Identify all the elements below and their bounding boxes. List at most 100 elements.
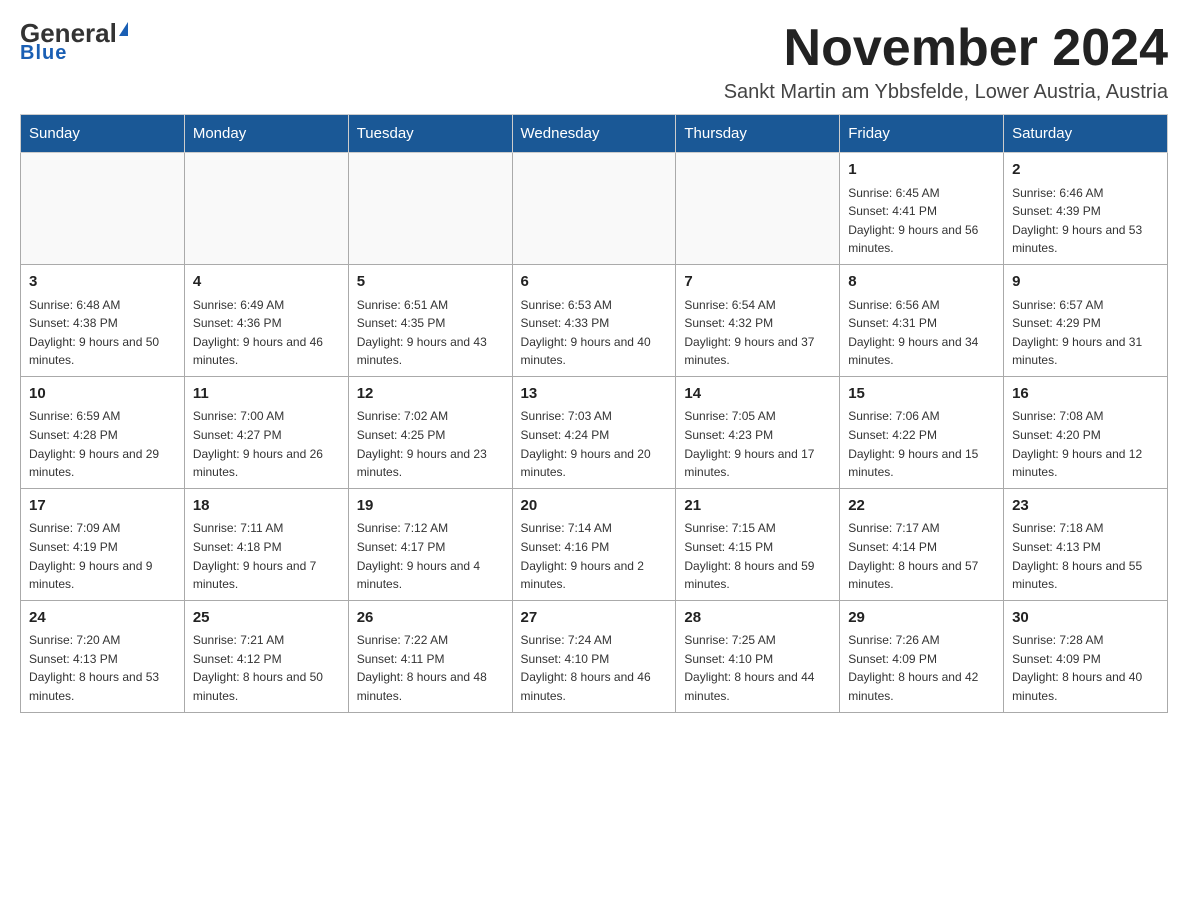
column-header-sunday: Sunday bbox=[21, 115, 185, 153]
day-info: Sunrise: 7:11 AM Sunset: 4:18 PM Dayligh… bbox=[193, 519, 340, 593]
day-number: 17 bbox=[29, 495, 176, 518]
column-header-wednesday: Wednesday bbox=[512, 115, 676, 153]
day-number: 8 bbox=[848, 271, 995, 294]
day-info: Sunrise: 7:26 AM Sunset: 4:09 PM Dayligh… bbox=[848, 631, 995, 705]
calendar-day-cell: 9Sunrise: 6:57 AM Sunset: 4:29 PM Daylig… bbox=[1004, 265, 1168, 377]
calendar-week-row: 1Sunrise: 6:45 AM Sunset: 4:41 PM Daylig… bbox=[21, 153, 1168, 265]
calendar-day-cell: 12Sunrise: 7:02 AM Sunset: 4:25 PM Dayli… bbox=[348, 376, 512, 488]
calendar-day-cell: 3Sunrise: 6:48 AM Sunset: 4:38 PM Daylig… bbox=[21, 265, 185, 377]
day-info: Sunrise: 6:51 AM Sunset: 4:35 PM Dayligh… bbox=[357, 296, 504, 370]
day-number: 11 bbox=[193, 383, 340, 406]
title-area: November 2024 Sankt Martin am Ybbsfelde,… bbox=[724, 20, 1168, 104]
day-number: 4 bbox=[193, 271, 340, 294]
day-number: 9 bbox=[1012, 271, 1159, 294]
day-info: Sunrise: 7:22 AM Sunset: 4:11 PM Dayligh… bbox=[357, 631, 504, 705]
calendar-day-cell: 4Sunrise: 6:49 AM Sunset: 4:36 PM Daylig… bbox=[184, 265, 348, 377]
calendar-week-row: 3Sunrise: 6:48 AM Sunset: 4:38 PM Daylig… bbox=[21, 265, 1168, 377]
calendar-day-cell: 23Sunrise: 7:18 AM Sunset: 4:13 PM Dayli… bbox=[1004, 488, 1168, 600]
column-header-thursday: Thursday bbox=[676, 115, 840, 153]
day-number: 16 bbox=[1012, 383, 1159, 406]
calendar-day-cell bbox=[184, 153, 348, 265]
calendar-day-cell: 2Sunrise: 6:46 AM Sunset: 4:39 PM Daylig… bbox=[1004, 153, 1168, 265]
calendar-day-cell: 16Sunrise: 7:08 AM Sunset: 4:20 PM Dayli… bbox=[1004, 376, 1168, 488]
day-info: Sunrise: 7:03 AM Sunset: 4:24 PM Dayligh… bbox=[521, 407, 668, 481]
calendar-day-cell: 22Sunrise: 7:17 AM Sunset: 4:14 PM Dayli… bbox=[840, 488, 1004, 600]
day-number: 24 bbox=[29, 607, 176, 630]
calendar-day-cell: 11Sunrise: 7:00 AM Sunset: 4:27 PM Dayli… bbox=[184, 376, 348, 488]
calendar-day-cell: 29Sunrise: 7:26 AM Sunset: 4:09 PM Dayli… bbox=[840, 600, 1004, 712]
day-info: Sunrise: 7:06 AM Sunset: 4:22 PM Dayligh… bbox=[848, 407, 995, 481]
day-number: 12 bbox=[357, 383, 504, 406]
calendar-day-cell: 24Sunrise: 7:20 AM Sunset: 4:13 PM Dayli… bbox=[21, 600, 185, 712]
day-number: 13 bbox=[521, 383, 668, 406]
calendar-day-cell: 25Sunrise: 7:21 AM Sunset: 4:12 PM Dayli… bbox=[184, 600, 348, 712]
column-header-saturday: Saturday bbox=[1004, 115, 1168, 153]
day-info: Sunrise: 7:17 AM Sunset: 4:14 PM Dayligh… bbox=[848, 519, 995, 593]
calendar-day-cell: 21Sunrise: 7:15 AM Sunset: 4:15 PM Dayli… bbox=[676, 488, 840, 600]
calendar-day-cell: 30Sunrise: 7:28 AM Sunset: 4:09 PM Dayli… bbox=[1004, 600, 1168, 712]
day-info: Sunrise: 6:54 AM Sunset: 4:32 PM Dayligh… bbox=[684, 296, 831, 370]
day-info: Sunrise: 6:45 AM Sunset: 4:41 PM Dayligh… bbox=[848, 184, 995, 258]
day-number: 23 bbox=[1012, 495, 1159, 518]
day-info: Sunrise: 7:18 AM Sunset: 4:13 PM Dayligh… bbox=[1012, 519, 1159, 593]
day-number: 14 bbox=[684, 383, 831, 406]
calendar-day-cell: 28Sunrise: 7:25 AM Sunset: 4:10 PM Dayli… bbox=[676, 600, 840, 712]
day-info: Sunrise: 7:25 AM Sunset: 4:10 PM Dayligh… bbox=[684, 631, 831, 705]
calendar-day-cell bbox=[512, 153, 676, 265]
calendar-week-row: 17Sunrise: 7:09 AM Sunset: 4:19 PM Dayli… bbox=[21, 488, 1168, 600]
day-info: Sunrise: 7:02 AM Sunset: 4:25 PM Dayligh… bbox=[357, 407, 504, 481]
day-info: Sunrise: 6:46 AM Sunset: 4:39 PM Dayligh… bbox=[1012, 184, 1159, 258]
day-info: Sunrise: 6:48 AM Sunset: 4:38 PM Dayligh… bbox=[29, 296, 176, 370]
day-number: 28 bbox=[684, 607, 831, 630]
calendar-day-cell: 13Sunrise: 7:03 AM Sunset: 4:24 PM Dayli… bbox=[512, 376, 676, 488]
day-number: 1 bbox=[848, 159, 995, 182]
calendar-header-row: SundayMondayTuesdayWednesdayThursdayFrid… bbox=[21, 115, 1168, 153]
day-number: 18 bbox=[193, 495, 340, 518]
calendar-week-row: 24Sunrise: 7:20 AM Sunset: 4:13 PM Dayli… bbox=[21, 600, 1168, 712]
day-info: Sunrise: 7:15 AM Sunset: 4:15 PM Dayligh… bbox=[684, 519, 831, 593]
day-info: Sunrise: 6:53 AM Sunset: 4:33 PM Dayligh… bbox=[521, 296, 668, 370]
day-number: 20 bbox=[521, 495, 668, 518]
calendar-day-cell bbox=[676, 153, 840, 265]
logo-blue-text: Blue bbox=[20, 42, 67, 65]
calendar-day-cell: 27Sunrise: 7:24 AM Sunset: 4:10 PM Dayli… bbox=[512, 600, 676, 712]
day-info: Sunrise: 7:21 AM Sunset: 4:12 PM Dayligh… bbox=[193, 631, 340, 705]
day-number: 27 bbox=[521, 607, 668, 630]
calendar-day-cell: 8Sunrise: 6:56 AM Sunset: 4:31 PM Daylig… bbox=[840, 265, 1004, 377]
calendar-day-cell bbox=[348, 153, 512, 265]
day-number: 7 bbox=[684, 271, 831, 294]
day-number: 22 bbox=[848, 495, 995, 518]
calendar-day-cell: 17Sunrise: 7:09 AM Sunset: 4:19 PM Dayli… bbox=[21, 488, 185, 600]
calendar-day-cell: 19Sunrise: 7:12 AM Sunset: 4:17 PM Dayli… bbox=[348, 488, 512, 600]
day-info: Sunrise: 7:09 AM Sunset: 4:19 PM Dayligh… bbox=[29, 519, 176, 593]
day-number: 29 bbox=[848, 607, 995, 630]
day-number: 19 bbox=[357, 495, 504, 518]
day-number: 15 bbox=[848, 383, 995, 406]
column-header-monday: Monday bbox=[184, 115, 348, 153]
day-info: Sunrise: 6:57 AM Sunset: 4:29 PM Dayligh… bbox=[1012, 296, 1159, 370]
day-info: Sunrise: 7:20 AM Sunset: 4:13 PM Dayligh… bbox=[29, 631, 176, 705]
logo: General Blue bbox=[20, 20, 128, 65]
calendar-day-cell: 5Sunrise: 6:51 AM Sunset: 4:35 PM Daylig… bbox=[348, 265, 512, 377]
header: General Blue November 2024 Sankt Martin … bbox=[20, 20, 1168, 104]
calendar-day-cell: 15Sunrise: 7:06 AM Sunset: 4:22 PM Dayli… bbox=[840, 376, 1004, 488]
main-title: November 2024 bbox=[724, 20, 1168, 77]
day-info: Sunrise: 7:08 AM Sunset: 4:20 PM Dayligh… bbox=[1012, 407, 1159, 481]
calendar-day-cell: 18Sunrise: 7:11 AM Sunset: 4:18 PM Dayli… bbox=[184, 488, 348, 600]
day-number: 10 bbox=[29, 383, 176, 406]
calendar-table: SundayMondayTuesdayWednesdayThursdayFrid… bbox=[20, 114, 1168, 712]
day-info: Sunrise: 7:28 AM Sunset: 4:09 PM Dayligh… bbox=[1012, 631, 1159, 705]
day-info: Sunrise: 6:56 AM Sunset: 4:31 PM Dayligh… bbox=[848, 296, 995, 370]
day-info: Sunrise: 7:24 AM Sunset: 4:10 PM Dayligh… bbox=[521, 631, 668, 705]
day-info: Sunrise: 7:12 AM Sunset: 4:17 PM Dayligh… bbox=[357, 519, 504, 593]
day-info: Sunrise: 7:14 AM Sunset: 4:16 PM Dayligh… bbox=[521, 519, 668, 593]
day-number: 2 bbox=[1012, 159, 1159, 182]
day-info: Sunrise: 7:00 AM Sunset: 4:27 PM Dayligh… bbox=[193, 407, 340, 481]
subtitle: Sankt Martin am Ybbsfelde, Lower Austria… bbox=[724, 81, 1168, 104]
day-number: 21 bbox=[684, 495, 831, 518]
calendar-day-cell: 26Sunrise: 7:22 AM Sunset: 4:11 PM Dayli… bbox=[348, 600, 512, 712]
logo-triangle-icon bbox=[119, 22, 128, 36]
day-info: Sunrise: 6:49 AM Sunset: 4:36 PM Dayligh… bbox=[193, 296, 340, 370]
column-header-friday: Friday bbox=[840, 115, 1004, 153]
day-number: 5 bbox=[357, 271, 504, 294]
